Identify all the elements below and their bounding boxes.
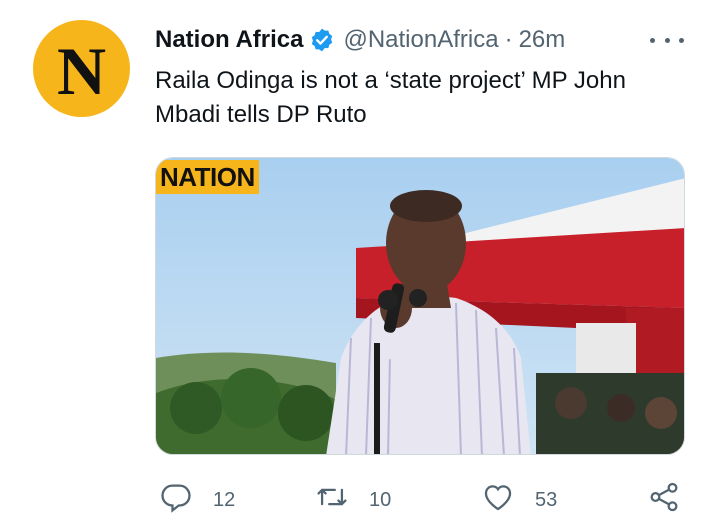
display-name[interactable]: Nation Africa	[155, 26, 303, 54]
retweet-count: 10	[369, 488, 392, 511]
tweet-actions: 12 10 53	[155, 480, 695, 520]
reply-icon	[159, 480, 193, 520]
reply-button[interactable]: 12	[159, 480, 235, 520]
timestamp[interactable]: 26m	[519, 26, 566, 54]
tweet-media[interactable]: NATION	[155, 157, 685, 455]
retweet-button[interactable]: 10	[315, 480, 391, 520]
like-button[interactable]: 53	[481, 480, 557, 520]
verified-badge-icon	[309, 27, 335, 53]
share-icon	[647, 480, 681, 520]
avatar-letter: N	[56, 32, 107, 109]
like-count: 53	[535, 488, 558, 511]
media-image	[156, 158, 684, 454]
more-icon[interactable]	[650, 30, 684, 50]
retweet-icon	[315, 480, 349, 520]
handle[interactable]: @NationAfrica	[343, 26, 498, 54]
tweet-text: Raila Odinga is not a ‘state project’ MP…	[155, 67, 626, 128]
avatar[interactable]: N	[33, 20, 130, 117]
like-icon	[481, 480, 515, 520]
separator-dot: ·	[504, 26, 513, 53]
tweet-header: Nation Africa @NationAfrica · 26m	[155, 24, 565, 56]
share-button[interactable]	[647, 480, 681, 520]
reply-count: 12	[213, 488, 236, 511]
media-logo-overlay: NATION	[156, 160, 259, 194]
